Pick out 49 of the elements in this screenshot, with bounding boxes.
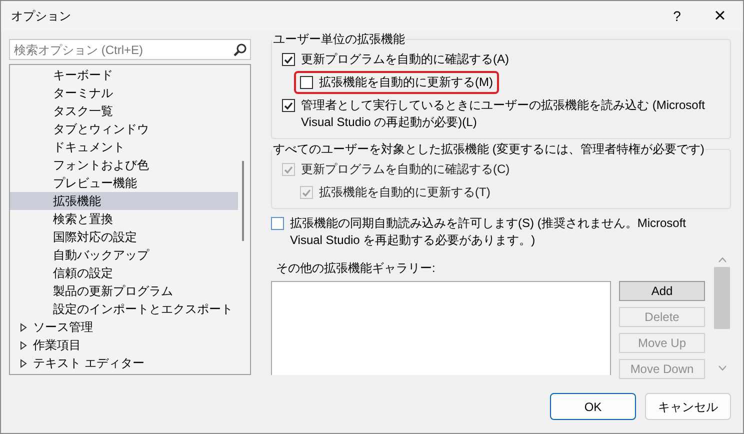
tree-item[interactable]: ドキュメント	[10, 138, 238, 156]
checkbox[interactable]	[271, 217, 284, 230]
option-label: 拡張機能を自動的に更新する(M)	[319, 74, 493, 91]
option-label: 拡張機能を自動的に更新する(T)	[319, 184, 490, 201]
tree-item[interactable]: タブとウィンドウ	[10, 120, 238, 138]
checkbox[interactable]	[282, 99, 295, 112]
tree-item[interactable]: 設定のインポートとエクスポート	[10, 300, 238, 318]
tree-item[interactable]: 自動バックアップ	[10, 246, 238, 264]
tree-item[interactable]: フォントおよび色	[10, 156, 238, 174]
checkbox[interactable]	[300, 76, 313, 89]
tree-item[interactable]: 検索と置換	[10, 210, 238, 228]
tree-item[interactable]: 拡張機能	[10, 192, 238, 210]
search-field[interactable]: 検索オプション (Ctrl+E)	[9, 39, 251, 60]
group-title: ユーザー単位の拡張機能	[272, 31, 406, 48]
tree-item[interactable]: プレビュー機能	[10, 174, 238, 192]
tree-item[interactable]: タスク一覧	[10, 102, 238, 120]
close-button[interactable]: ×	[697, 1, 743, 31]
dialog-button[interactable]: キャンセル	[645, 393, 731, 420]
expand-arrow-icon[interactable]	[20, 322, 27, 332]
tree-item[interactable]: 製品の更新プログラム	[10, 282, 238, 300]
dialog-button[interactable]: OK	[550, 393, 636, 420]
search-icon	[233, 43, 247, 57]
scrollbar-thumb[interactable]	[242, 161, 244, 241]
option-label: 管理者として実行しているときにユーザーの拡張機能を読み込む (Microsoft Visual Studio の再起動が必要)(L)	[301, 97, 706, 131]
tree-item[interactable]: キーボード	[10, 66, 238, 84]
checkmark-icon	[284, 102, 293, 110]
scrollbar-thumb[interactable]	[714, 267, 730, 329]
tree-item[interactable]: 信頼の設定	[10, 264, 238, 282]
tree-item[interactable]: 国際対応の設定	[10, 228, 238, 246]
option-label: 拡張機能の同期自動読み込みを許可します(S) (推奨されません。Microsoft Visual Studio を再起動する必要があります。)	[290, 215, 687, 249]
help-button[interactable]: ?	[657, 1, 697, 31]
tree-item[interactable]: テキスト エディター	[33, 354, 144, 372]
checkmark-icon	[302, 188, 311, 196]
checkmark-icon	[284, 56, 293, 64]
group-title: すべてのユーザーを対象とした拡張機能 (変更するには、管理者特権が必要です)	[272, 141, 706, 158]
expand-arrow-icon[interactable]	[20, 340, 27, 350]
gallery-label: その他の拡張機能ギャラリー:	[276, 260, 436, 277]
gallery-button[interactable]: Add	[619, 281, 705, 301]
option-label: 更新プログラムを自動的に確認する(A)	[301, 51, 509, 68]
option-label: 更新プログラムを自動的に確認する(C)	[301, 161, 510, 178]
expand-arrow-icon[interactable]	[20, 358, 27, 368]
checkmark-icon	[284, 166, 293, 174]
tree-item[interactable]: ターミナル	[10, 84, 238, 102]
checkbox[interactable]	[282, 53, 295, 66]
scroll-up-icon[interactable]	[718, 257, 726, 263]
window-title: オプション	[11, 8, 72, 25]
tree-item[interactable]: ソース管理	[33, 318, 93, 336]
scroll-down-icon[interactable]	[718, 365, 726, 371]
tree-item[interactable]: 作業項目	[33, 336, 81, 354]
